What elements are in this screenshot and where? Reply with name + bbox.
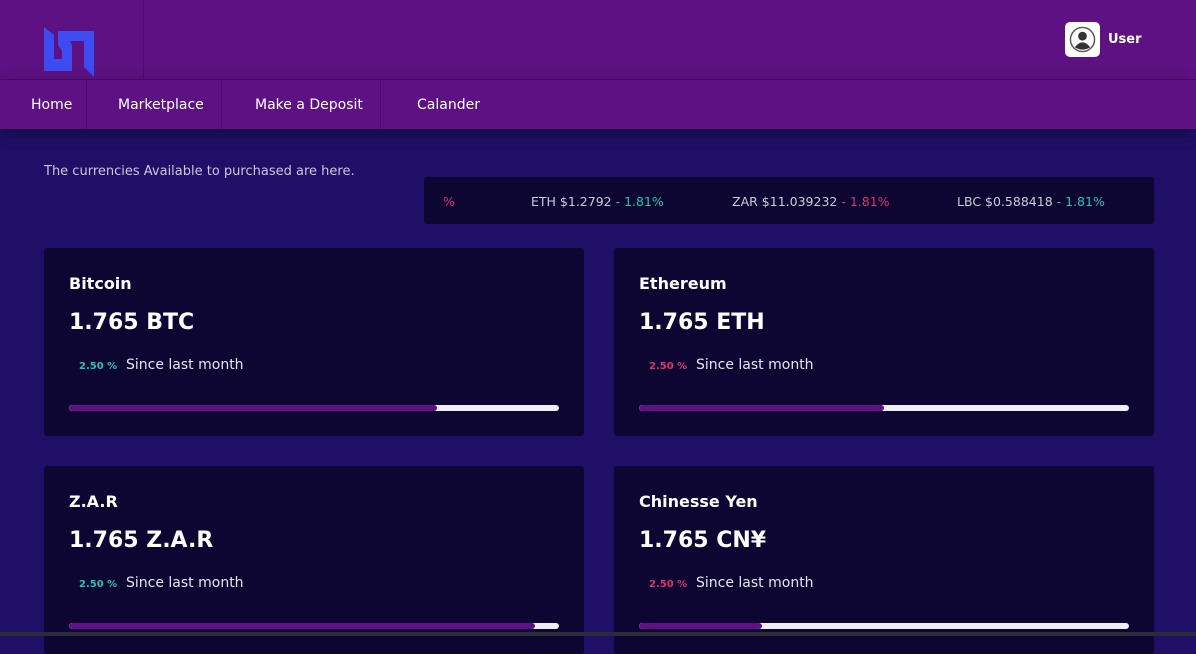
ticker-item: ZAR $11.039232 - 1.81% [732, 194, 890, 209]
nav-calander[interactable]: Calander [381, 80, 521, 129]
currency-card[interactable]: Chinesse Yen 1.765 CN¥ 2.50 % Since last… [614, 466, 1154, 654]
progress-bar [639, 405, 1129, 411]
nav-marketplace[interactable]: Marketplace [87, 80, 222, 129]
currency-name: Bitcoin [69, 274, 132, 293]
currency-amount: 1.765 CN¥ [639, 528, 767, 553]
top-bar: User [0, 0, 1196, 80]
progress-fill [69, 405, 437, 411]
currency-name: Z.A.R [69, 492, 118, 511]
ticker-item: ETH $1.2792 - 1.81% [531, 194, 664, 209]
progress-bar [69, 405, 559, 411]
change-percent: 2.50 % [649, 579, 688, 590]
main-nav: Home Marketplace Make a Deposit Calander [0, 80, 1196, 129]
progress-bar [69, 623, 559, 629]
change-percent: 2.50 % [79, 579, 118, 590]
logo-cell [0, 0, 144, 80]
nav-make-deposit[interactable]: Make a Deposit [222, 80, 381, 129]
currency-name: Chinesse Yen [639, 492, 758, 511]
user-menu[interactable]: User [1065, 22, 1142, 57]
since-label: Since last month [126, 575, 244, 591]
progress-fill [639, 623, 762, 629]
since-label: Since last month [126, 357, 244, 373]
change-percent: 2.50 % [79, 361, 118, 372]
currency-amount: 1.765 ETH [639, 310, 765, 335]
currency-amount: 1.765 BTC [69, 310, 195, 335]
change-percent: 2.50 % [649, 361, 688, 372]
progress-bar [639, 623, 1129, 629]
currency-amount: 1.765 Z.A.R [69, 528, 214, 553]
currency-card[interactable]: Ethereum 1.765 ETH 2.50 % Since last mon… [614, 248, 1154, 436]
horizontal-scrollbar[interactable] [0, 632, 1196, 636]
user-name[interactable]: User [1108, 32, 1142, 47]
currency-card[interactable]: Z.A.R 1.765 Z.A.R 2.50 % Since last mont… [44, 466, 584, 654]
since-label: Since last month [696, 575, 814, 591]
user-icon [1069, 26, 1096, 53]
ticker-item: LBC $0.588418 - 1.81% [957, 194, 1105, 209]
currency-name: Ethereum [639, 274, 727, 293]
progress-fill [69, 623, 535, 629]
price-ticker: % ETH $1.2792 - 1.81% ZAR $11.039232 - 1… [424, 177, 1154, 224]
currency-card[interactable]: Bitcoin 1.765 BTC 2.50 % Since last mont… [44, 248, 584, 436]
logo-icon[interactable] [44, 27, 94, 77]
intro-text: The currencies Available to purchased ar… [44, 164, 355, 179]
avatar[interactable] [1065, 22, 1100, 57]
ticker-item: % [443, 194, 455, 209]
nav-home[interactable]: Home [0, 80, 87, 129]
since-label: Since last month [696, 357, 814, 373]
progress-fill [639, 405, 884, 411]
